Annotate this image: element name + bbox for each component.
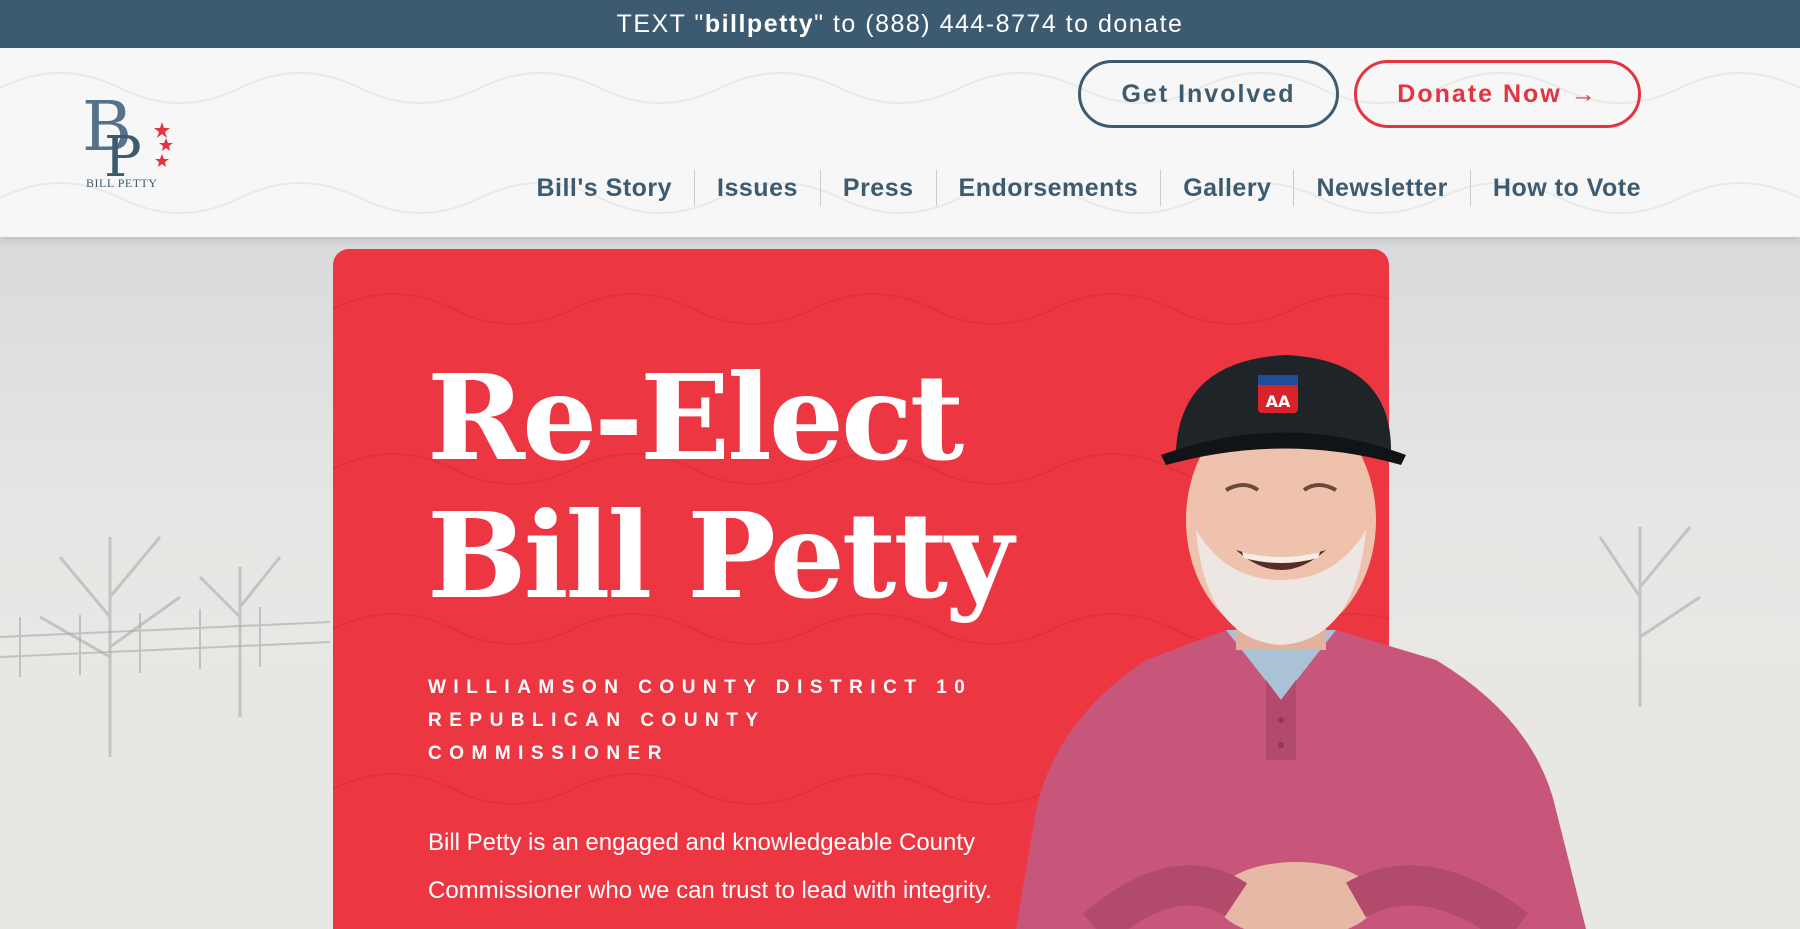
logo-caption: BILL PETTY [86,176,158,190]
nav-item-issues[interactable]: Issues [694,170,820,206]
nav-item-endorsements[interactable]: Endorsements [935,170,1161,206]
candidate-photo: AA [1016,355,1586,929]
banner-prefix: TEXT " [616,9,705,38]
nav-item-press[interactable]: Press [819,170,936,206]
candidate-portrait: AA [996,340,1616,929]
main-nav: Bill's Story Issues Press Endorsements G… [514,170,1641,206]
banner-keyword: billpetty [704,9,815,38]
hero-title-line-2: Bill Petty [427,486,1014,625]
bp-monogram-icon: B P [82,88,173,190]
hero-title-line-1: Re-Elect [427,348,964,487]
nav-item-how-to-vote[interactable]: How to Vote [1469,170,1641,206]
banner-suffix: " to (888) 444-8774 to donate [814,9,1184,38]
donate-now-button[interactable]: Donate Now → [1354,60,1641,128]
text-to-donate-banner: TEXT " billpetty " to (888) 444-8774 to do… [0,0,1800,48]
nav-item-gallery[interactable]: Gallery [1160,170,1293,206]
hero-subtitle: WILLIAMSON COUNTY DISTRICT 10 REPUBLICAN… [428,677,973,764]
nav-item-newsletter[interactable]: Newsletter [1293,170,1469,206]
svg-text:P: P [104,125,142,182]
hero-title: Re-Elect Bill Petty [427,348,1014,625]
hero-blurb: Bill Petty is an engaged and knowledgeab… [428,829,992,904]
get-involved-button[interactable]: Get Involved [1078,60,1339,128]
nav-item-bills-story[interactable]: Bill's Story [514,170,694,206]
site-header: B P BILL PETTY Get Involved Donate Now →… [0,48,1800,237]
svg-text:AA: AA [1266,392,1291,411]
